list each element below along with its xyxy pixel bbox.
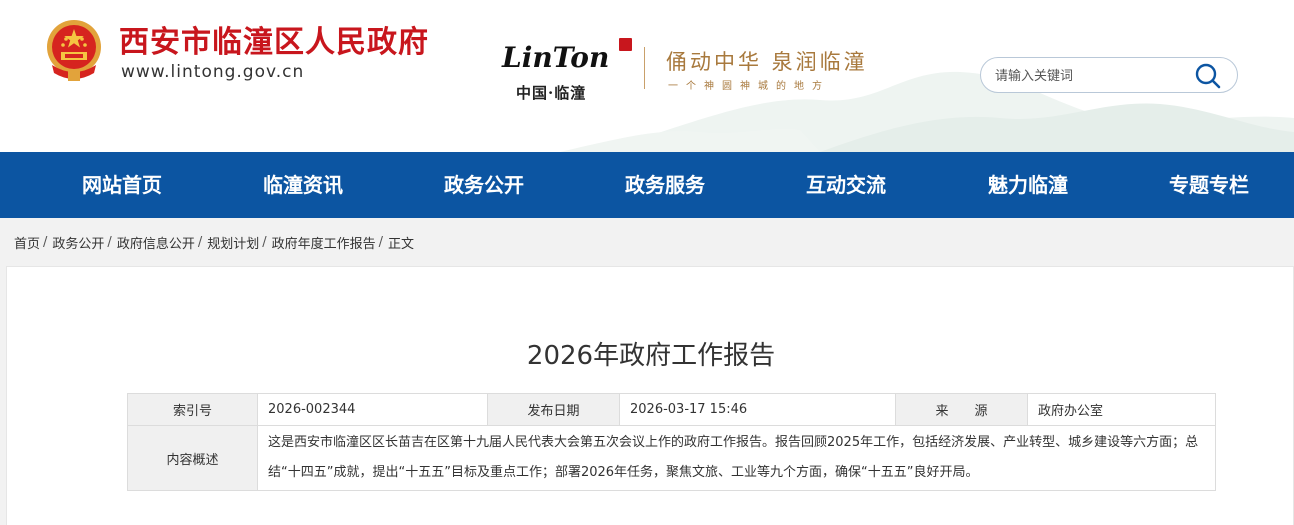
article-panel: 2026年政府工作报告 索引号 2026-002344 发布日期 2026-03… [6, 266, 1294, 525]
article-meta-table: 索引号 2026-002344 发布日期 2026-03-17 15:46 来 … [127, 393, 1216, 491]
index-label: 索引号 [127, 393, 258, 426]
summary-label: 内容概述 [127, 425, 258, 491]
nav-item-news[interactable]: 临潼资讯 [263, 169, 343, 198]
article-title: 2026年政府工作报告 [526, 341, 776, 371]
breadcrumb-separator: / [378, 234, 384, 250]
table-row: 索引号 2026-002344 发布日期 2026-03-17 15:46 来 … [127, 393, 1216, 426]
breadcrumb: 首页 / 政务公开 / 政府信息公开 / 规划计划 / 政府年度工作报告 / 正… [0, 218, 1294, 266]
brand-logo-text: LinTong [501, 41, 610, 74]
breadcrumb-annual-report[interactable]: 政府年度工作报告 [272, 233, 376, 252]
breadcrumb-planning[interactable]: 规划计划 [207, 233, 259, 252]
search-box [980, 57, 1238, 93]
nav-item-interaction[interactable]: 互动交流 [806, 169, 886, 198]
nav-item-charm-lintong[interactable]: 魅力临潼 [988, 169, 1068, 198]
summary-value: 这是西安市临潼区区长苗吉在区第十九届人民代表大会第五次会议上作的政府工作报告。报… [257, 425, 1216, 491]
site-title[interactable]: 西安市临潼区人民政府 [119, 23, 429, 63]
breadcrumb-separator: / [262, 234, 267, 250]
site-header: 西安市临潼区人民政府 www.lintong.gov.cn LinTong 中国… [0, 0, 1294, 152]
slogan: 俑动中华 泉润临潼 [666, 50, 868, 74]
slogan-subtitle: 一个神圆神城的地方 [668, 81, 830, 92]
national-emblem-icon[interactable] [44, 17, 104, 87]
source-value: 政府办公室 [1027, 393, 1216, 426]
nav-item-services[interactable]: 政务服务 [625, 169, 705, 198]
breadcrumb-home[interactable]: 首页 [14, 233, 40, 252]
nav-item-government-affairs[interactable]: 政务公开 [444, 169, 524, 198]
date-label: 发布日期 [487, 393, 620, 426]
table-row: 内容概述 这是西安市临潼区区长苗吉在区第十九届人民代表大会第五次会议上作的政府工… [127, 425, 1216, 491]
search-input[interactable] [995, 66, 1185, 86]
lintong-brand-logo: LinTong [501, 41, 610, 74]
nav-item-special-topics[interactable]: 专题专栏 [1169, 169, 1249, 198]
breadcrumb-separator: / [43, 234, 48, 250]
breadcrumb-current: 正文 [388, 236, 415, 252]
nav-item-home[interactable]: 网站首页 [82, 169, 162, 198]
site-domain: www.lintong.gov.cn [121, 62, 305, 82]
main-nav: 网站首页 临潼资讯 政务公开 政务服务 互动交流 魅力临潼 专题专栏 [0, 152, 1294, 218]
brand-divider [644, 47, 645, 89]
search-icon [1195, 63, 1221, 89]
breadcrumb-separator: / [107, 234, 112, 250]
brand-chinese-name: 中国·临潼 [516, 84, 587, 102]
brand-seal-icon [619, 38, 632, 51]
index-value: 2026-002344 [257, 393, 488, 426]
breadcrumb-info-disclosure[interactable]: 政府信息公开 [117, 233, 195, 252]
date-value: 2026-03-17 15:46 [619, 393, 896, 426]
breadcrumb-separator: / [197, 234, 203, 250]
source-label: 来 源 [895, 393, 1028, 426]
search-button[interactable] [1194, 62, 1222, 90]
breadcrumb-government-affairs[interactable]: 政务公开 [52, 233, 104, 252]
